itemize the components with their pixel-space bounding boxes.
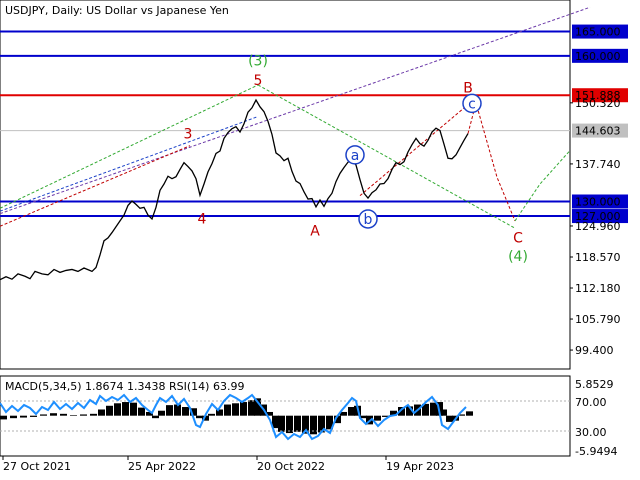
- indicator-y-tick-label-3: -5.9494: [575, 445, 617, 458]
- macd-bar-17: [152, 415, 159, 419]
- macd-bar-30: [248, 400, 255, 416]
- x-tick-label-2: 20 Oct 2022: [257, 460, 325, 473]
- wave-label-10: c: [468, 96, 476, 112]
- macd-bar-20: [174, 404, 181, 416]
- macd-bar-4: [40, 414, 47, 416]
- wave-label-4: A: [310, 224, 320, 240]
- main-chart-title: USDJPY, Daily: US Dollar vs Japanese Yen: [5, 4, 229, 17]
- macd-bar-11: [106, 405, 113, 416]
- macd-bar-0: [0, 415, 7, 420]
- macd-bar-39: [310, 415, 317, 435]
- y-tick-label-5: 137.740: [575, 158, 621, 171]
- macd-bar-5: [50, 413, 57, 416]
- y-tick-label-0: 165.000: [575, 26, 621, 39]
- wave-label-6: C: [513, 230, 523, 246]
- macd-bar-15: [138, 407, 145, 416]
- wave-label-1: 5: [254, 73, 263, 89]
- x-tick-label-1: 25 Apr 2022: [128, 460, 196, 473]
- wave-label-2: 3: [184, 127, 193, 143]
- macd-bar-48: [374, 415, 381, 421]
- macd-bar-2: [20, 415, 27, 418]
- x-tick-label-0: 27 Oct 2021: [3, 460, 71, 473]
- macd-bar-1: [10, 415, 17, 419]
- wave-label-9: b: [364, 212, 373, 228]
- macd-bar-28: [232, 403, 239, 416]
- wave-label-8: a: [351, 148, 360, 164]
- macd-bar-6: [60, 413, 67, 416]
- macd-bar-14: [130, 402, 137, 416]
- y-tick-label-11: 105.790: [575, 313, 621, 326]
- wave-label-3: 4: [198, 211, 207, 227]
- macd-bar-57: [440, 409, 447, 416]
- macd-bar-9: [90, 413, 97, 416]
- y-tick-label-9: 118.570: [575, 251, 621, 264]
- macd-bar-19: [166, 405, 173, 416]
- macd-bar-36: [286, 415, 293, 434]
- macd-bar-8: [80, 414, 87, 416]
- indicator-title: MACD(5,34,5) 1.8674 1.3438 RSI(14) 63.99: [5, 380, 244, 393]
- y-tick-label-8: 124.960: [575, 220, 621, 233]
- macd-bar-35: [278, 415, 285, 432]
- y-tick-label-3: 150.320: [575, 97, 621, 110]
- indicator-y-tick-label-2: 30.00: [575, 426, 607, 439]
- macd-bar-7: [70, 415, 77, 416]
- macd-bar-10: [98, 409, 105, 416]
- macd-bar-29: [240, 402, 247, 416]
- indicator-y-tick-label-0: 5.8529: [575, 378, 614, 391]
- indicator-y-tick-label-1: 70.00: [575, 396, 607, 409]
- macd-bar-44: [348, 407, 355, 416]
- macd-bar-13: [122, 402, 129, 416]
- macd-bar-55: [430, 402, 437, 416]
- macd-bar-27: [224, 404, 231, 416]
- chart-root: (3) 5 3 4 A B C (4) a b c USDJPY, Daily: US Dollar …: [0, 0, 640, 480]
- wave-label-7: (4): [508, 249, 528, 265]
- y-tick-label-6: 130.000: [575, 195, 621, 208]
- chart-svg: (3)534ABC(4)abcUSDJPY, Daily: US Dollar …: [0, 0, 628, 473]
- y-tick-label-10: 112.180: [575, 282, 621, 295]
- macd-bar-18: [158, 410, 165, 416]
- macd-bar-58: [446, 415, 453, 422]
- x-tick-label-3: 19 Apr 2023: [386, 460, 454, 473]
- macd-bar-23: [196, 415, 203, 419]
- macd-bar-3: [30, 415, 37, 417]
- y-tick-label-4: 144.603: [575, 125, 621, 138]
- y-tick-label-1: 160.000: [575, 50, 621, 63]
- macd-bar-12: [114, 403, 121, 416]
- macd-bar-37: [294, 415, 301, 432]
- y-tick-label-12: 99.400: [575, 344, 614, 357]
- macd-bar-61: [466, 411, 473, 416]
- macd-bar-25: [208, 413, 215, 416]
- macd-bar-21: [182, 407, 189, 416]
- wave-label-0: (3): [248, 54, 268, 70]
